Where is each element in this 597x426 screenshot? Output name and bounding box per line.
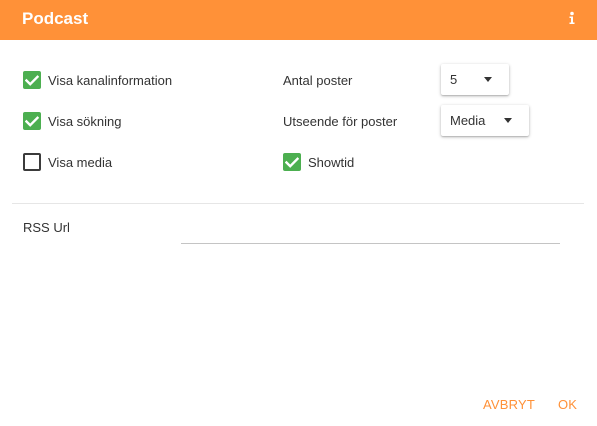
item-appearance-label: Utseende för poster — [283, 114, 398, 129]
item-appearance-value: Media — [450, 113, 486, 128]
rss-url-input[interactable] — [181, 222, 560, 244]
rss-url-label: RSS Url — [23, 220, 70, 235]
show-media-option[interactable]: Visa media — [23, 152, 112, 172]
show-channel-info-label: Visa kanalinformation — [48, 72, 173, 88]
item-count-label: Antal poster — [283, 73, 353, 88]
cancel-button[interactable]: AVBRYT — [483, 397, 535, 412]
check-icon — [285, 156, 299, 168]
item-appearance-select[interactable]: Media — [441, 105, 529, 136]
show-search-label: Visa sökning — [48, 113, 122, 129]
showtime-option[interactable]: Showtid — [283, 152, 354, 172]
show-channel-info-checkbox[interactable] — [23, 71, 41, 89]
podcast-dialog: Podcast Visa kanalinformation Visa sökni… — [0, 0, 597, 426]
info-icon[interactable] — [568, 11, 576, 25]
check-icon — [25, 115, 39, 127]
caret-down-icon — [484, 77, 492, 82]
show-media-checkbox[interactable] — [23, 153, 41, 171]
check-icon — [25, 74, 39, 86]
showtime-label: Showtid — [308, 154, 355, 170]
caret-down-icon — [504, 118, 512, 123]
section-divider — [12, 203, 584, 204]
dialog-header: Podcast — [0, 0, 597, 40]
dialog-title: Podcast — [22, 9, 89, 28]
show-search-checkbox[interactable] — [23, 112, 41, 130]
show-search-option[interactable]: Visa sökning — [23, 111, 121, 131]
show-media-label: Visa media — [48, 154, 113, 170]
ok-button[interactable]: OK — [558, 397, 577, 412]
item-count-select[interactable]: 5 — [441, 64, 509, 95]
show-channel-info-option[interactable]: Visa kanalinformation — [23, 70, 172, 90]
item-count-value: 5 — [450, 72, 458, 87]
showtime-checkbox[interactable] — [283, 153, 301, 171]
